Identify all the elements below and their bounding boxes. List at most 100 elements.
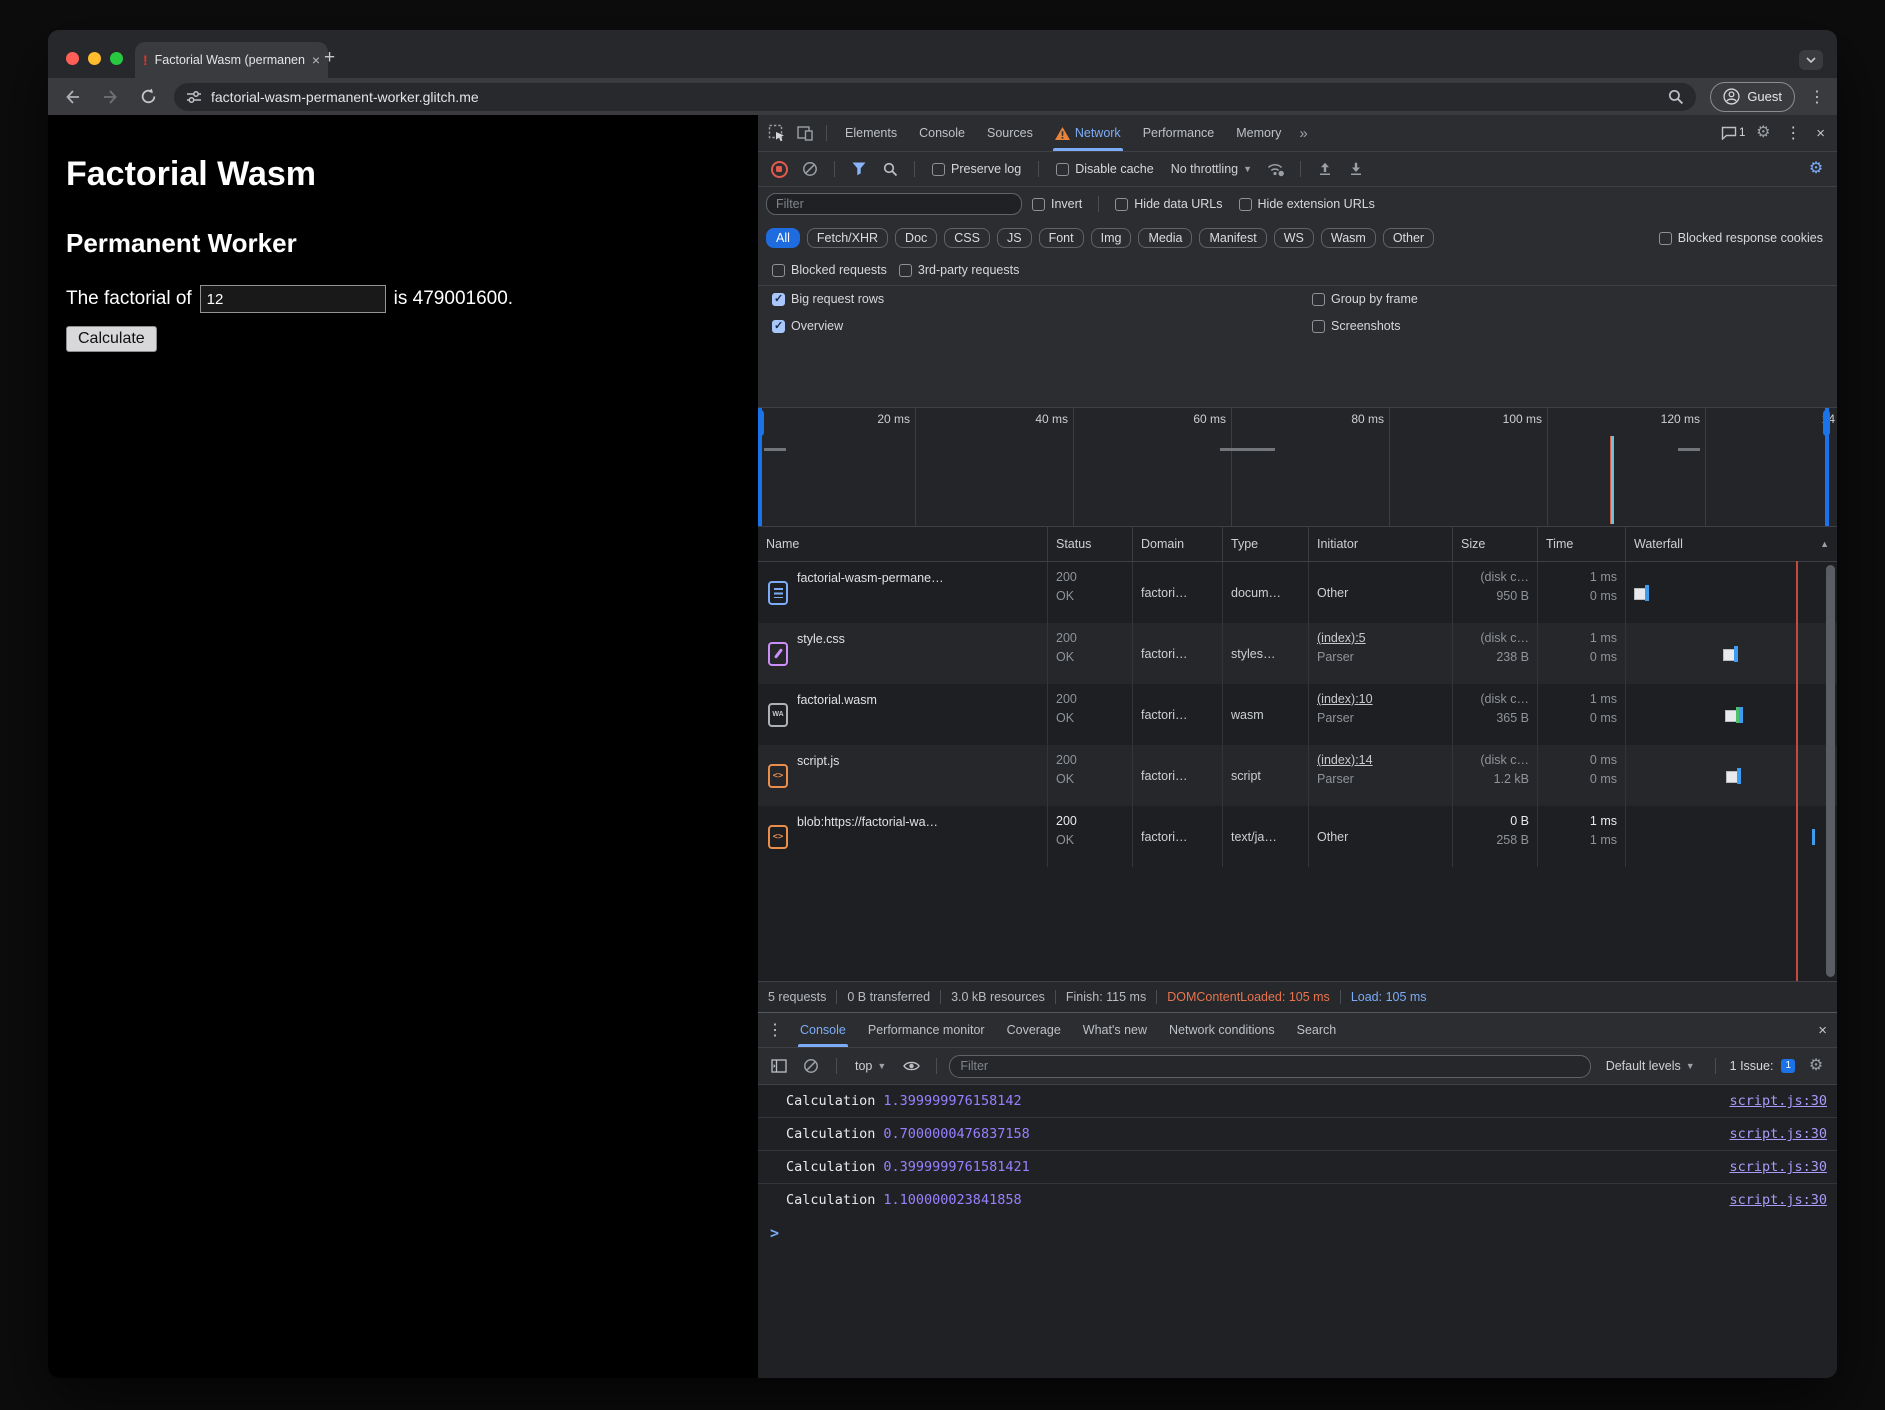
disable-cache-checkbox[interactable]: Disable cache — [1056, 162, 1154, 176]
tab-memory[interactable]: Memory — [1226, 115, 1291, 151]
tab-elements[interactable]: Elements — [835, 115, 907, 151]
forward-button[interactable] — [98, 85, 122, 109]
table-row[interactable]: factorial.wasm 200OK factori… wasm (inde… — [758, 684, 1837, 745]
eye-icon[interactable] — [898, 1053, 924, 1079]
log-levels-select[interactable]: Default levels▼ — [1606, 1059, 1695, 1073]
chip-js[interactable]: JS — [997, 228, 1032, 248]
screenshots-checkbox[interactable]: Screenshots — [1312, 319, 1823, 333]
console-clear-icon[interactable] — [798, 1053, 824, 1079]
more-tabs-icon[interactable]: » — [1293, 125, 1313, 142]
table-row[interactable]: style.css 200OK factori… styles… (index)… — [758, 623, 1837, 684]
column-header-name[interactable]: Name — [758, 527, 1048, 561]
hide-extension-urls-checkbox[interactable]: Hide extension URLs — [1239, 197, 1375, 211]
chip-all[interactable]: All — [766, 228, 800, 248]
tab-network[interactable]: Network — [1045, 115, 1131, 151]
chip-media[interactable]: Media — [1138, 228, 1192, 248]
back-button[interactable] — [60, 85, 84, 109]
drawer-tab-performance-monitor[interactable]: Performance monitor — [858, 1013, 995, 1047]
preserve-log-checkbox[interactable]: Preserve log — [932, 162, 1021, 176]
column-header-status[interactable]: Status — [1048, 527, 1133, 561]
network-search-button[interactable] — [877, 156, 903, 182]
filter-toggle-button[interactable] — [846, 156, 872, 182]
url-text[interactable]: factorial-wasm-permanent-worker.glitch.m… — [211, 89, 1659, 105]
zoom-window-button[interactable] — [110, 52, 123, 65]
group-by-frame-checkbox[interactable]: Group by frame — [1312, 292, 1823, 306]
table-row[interactable]: blob:https://factorial-wa… 200OK factori… — [758, 806, 1837, 867]
reload-button[interactable] — [136, 85, 160, 109]
console-filter-input[interactable] — [949, 1055, 1591, 1078]
throttling-select[interactable]: No throttling▼ — [1171, 162, 1252, 176]
checkbox[interactable] — [932, 163, 945, 176]
issue-count-badge[interactable]: 1 — [1781, 1059, 1795, 1073]
timeline-right-handle[interactable] — [1825, 408, 1829, 526]
initiator-link[interactable]: (index):10 — [1317, 692, 1444, 706]
column-header-initiator[interactable]: Initiator — [1309, 527, 1453, 561]
overview-checkbox[interactable]: Overview — [772, 319, 1300, 333]
close-window-button[interactable] — [66, 52, 79, 65]
import-har-button[interactable] — [1312, 156, 1338, 182]
new-tab-button[interactable]: + — [324, 48, 335, 67]
drawer-close-icon[interactable]: × — [1812, 1022, 1833, 1039]
site-settings-icon[interactable] — [186, 90, 202, 104]
network-settings-icon[interactable]: ⚙ — [1803, 156, 1829, 182]
chip-doc[interactable]: Doc — [895, 228, 937, 248]
zoom-icon[interactable] — [1668, 89, 1684, 105]
drawer-tab-coverage[interactable]: Coverage — [997, 1013, 1071, 1047]
calculate-button[interactable]: Calculate — [66, 326, 157, 352]
table-row[interactable]: script.js 200OK factori… script (index):… — [758, 745, 1837, 806]
source-link[interactable]: script.js:30 — [1729, 1126, 1827, 1142]
url-bar[interactable]: factorial-wasm-permanent-worker.glitch.m… — [174, 83, 1696, 111]
console-settings-icon[interactable]: ⚙ — [1803, 1053, 1829, 1079]
tab-console[interactable]: Console — [909, 115, 975, 151]
column-header-waterfall[interactable]: Waterfall▲ — [1626, 527, 1837, 561]
network-filter-input[interactable] — [766, 193, 1022, 215]
source-link[interactable]: script.js:30 — [1729, 1093, 1827, 1109]
table-scrollbar[interactable] — [1826, 565, 1835, 977]
issues-button[interactable]: 1 — [1720, 120, 1746, 146]
chip-other[interactable]: Other — [1383, 228, 1434, 248]
hide-data-urls-checkbox[interactable]: Hide data URLs — [1115, 197, 1222, 211]
profile-button[interactable]: Guest — [1710, 82, 1795, 112]
tab-performance[interactable]: Performance — [1133, 115, 1225, 151]
drawer-tab-search[interactable]: Search — [1287, 1013, 1347, 1047]
chip-fetch-xhr[interactable]: Fetch/XHR — [807, 228, 888, 248]
source-link[interactable]: script.js:30 — [1729, 1192, 1827, 1208]
drawer-tab-console[interactable]: Console — [790, 1013, 856, 1047]
initiator-link[interactable]: (index):5 — [1317, 631, 1444, 645]
devtools-menu-icon[interactable]: ⋮ — [1780, 120, 1806, 146]
chip-manifest[interactable]: Manifest — [1199, 228, 1266, 248]
browser-menu-icon[interactable]: ⋮ — [1809, 87, 1825, 107]
drawer-tab-network-conditions[interactable]: Network conditions — [1159, 1013, 1285, 1047]
device-toolbar-icon[interactable] — [792, 120, 818, 146]
timeline-left-handle[interactable] — [758, 408, 762, 526]
table-row[interactable]: factorial-wasm-permane… 200OK factori… d… — [758, 562, 1837, 623]
chip-css[interactable]: CSS — [944, 228, 990, 248]
checkbox[interactable] — [1056, 163, 1069, 176]
tab-search-button[interactable] — [1799, 50, 1823, 70]
clear-button[interactable] — [797, 156, 823, 182]
devtools-settings-icon[interactable]: ⚙ — [1750, 120, 1776, 146]
devtools-close-icon[interactable]: × — [1810, 125, 1831, 142]
context-select[interactable]: top▼ — [855, 1059, 886, 1073]
drawer-menu-icon[interactable]: ⋮ — [762, 1017, 788, 1043]
console-prompt[interactable]: > — [758, 1216, 1837, 1250]
console-sidebar-icon[interactable] — [766, 1053, 792, 1079]
export-har-button[interactable] — [1343, 156, 1369, 182]
minimize-window-button[interactable] — [88, 52, 101, 65]
chip-font[interactable]: Font — [1039, 228, 1084, 248]
initiator-link[interactable]: (index):14 — [1317, 753, 1444, 767]
factorial-input[interactable] — [200, 285, 386, 313]
big-request-rows-checkbox[interactable]: Big request rows — [772, 292, 1300, 306]
network-conditions-button[interactable] — [1263, 156, 1289, 182]
blocked-requests-checkbox[interactable]: Blocked requests — [772, 263, 887, 277]
drawer-tab-whats-new[interactable]: What's new — [1073, 1013, 1157, 1047]
invert-checkbox[interactable]: Invert — [1032, 197, 1082, 211]
issue-label[interactable]: 1 Issue: — [1730, 1059, 1774, 1073]
column-header-type[interactable]: Type — [1223, 527, 1309, 561]
tab-close-icon[interactable]: × — [312, 52, 320, 68]
chip-wasm[interactable]: Wasm — [1321, 228, 1376, 248]
blocked-response-cookies-checkbox[interactable]: Blocked response cookies — [1659, 231, 1823, 245]
source-link[interactable]: script.js:30 — [1729, 1159, 1827, 1175]
chip-ws[interactable]: WS — [1274, 228, 1314, 248]
column-header-domain[interactable]: Domain — [1133, 527, 1223, 561]
